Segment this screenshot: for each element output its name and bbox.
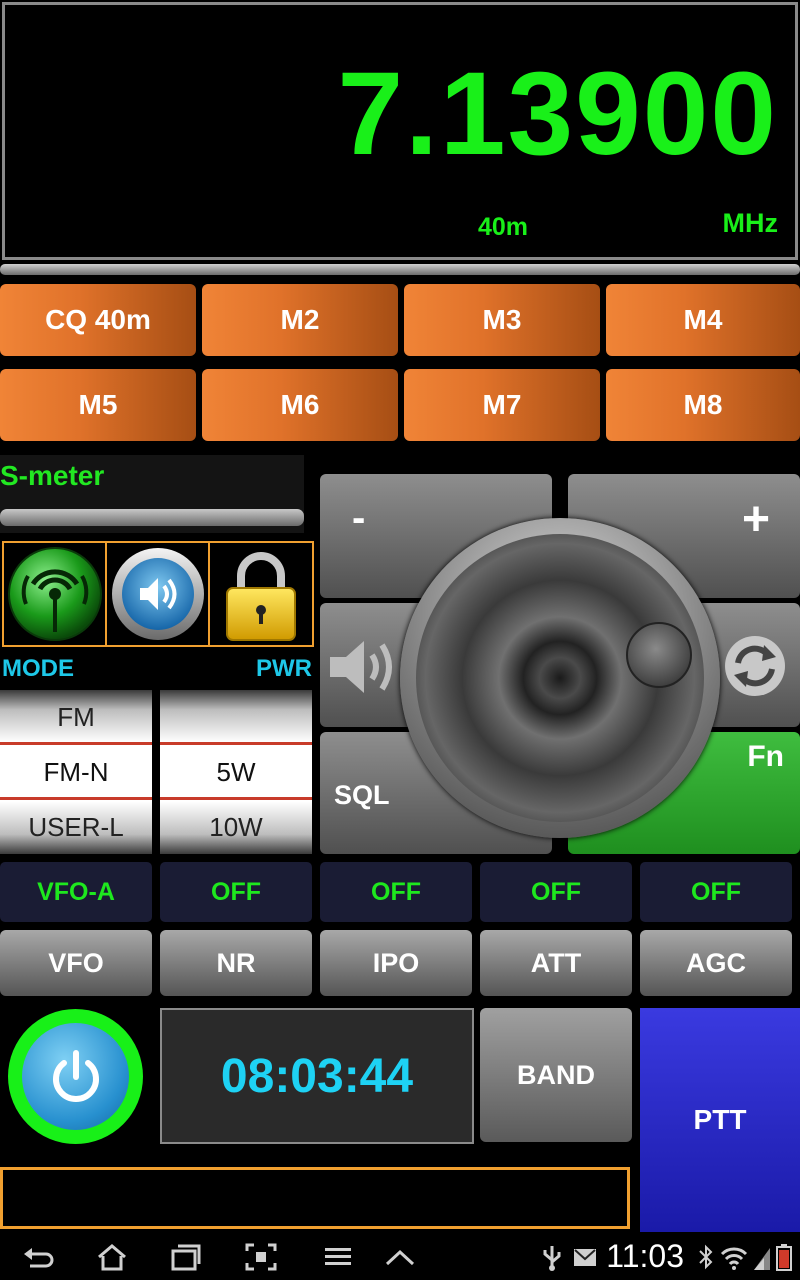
agc-button[interactable]: AGC — [640, 930, 792, 996]
band-label: 40m — [478, 213, 529, 241]
plus-label: + — [741, 493, 770, 546]
home-icon[interactable] — [96, 1242, 128, 1272]
refresh-icon — [725, 636, 785, 696]
lock-toggle[interactable] — [208, 541, 314, 647]
system-clock: 11:03 — [606, 1238, 684, 1274]
fn-label: Fn — [747, 740, 784, 773]
signal-toggle[interactable] — [2, 541, 108, 647]
unit-label: MHz — [722, 208, 779, 238]
power-selector[interactable]: 5W 10W — [160, 690, 312, 854]
recent-apps-icon[interactable] — [170, 1242, 202, 1272]
status-vfo: VFO-A — [0, 862, 152, 922]
message-field[interactable] — [0, 1167, 630, 1229]
mode-option-selected[interactable]: FM-N — [0, 757, 152, 788]
frequency-slider[interactable] — [0, 264, 800, 275]
speaker-icon — [112, 548, 204, 640]
wifi-icon — [720, 1247, 748, 1270]
smeter-label: S-meter — [0, 460, 105, 491]
mail-icon — [574, 1249, 596, 1266]
nr-button[interactable]: NR — [160, 930, 312, 996]
memory-button-3[interactable]: M3 — [404, 284, 600, 356]
menu-icon[interactable] — [322, 1242, 354, 1272]
status-agc: OFF — [640, 862, 792, 922]
memory-button-4[interactable]: M4 — [606, 284, 800, 356]
speaker-toggle[interactable] — [105, 541, 211, 647]
status-nr: OFF — [160, 862, 312, 922]
smeter-bar — [0, 509, 304, 526]
status-att: OFF — [480, 862, 632, 922]
band-button[interactable]: BAND — [480, 1008, 632, 1142]
memory-button-7[interactable]: M7 — [404, 369, 600, 441]
usb-icon — [543, 1246, 561, 1271]
att-button[interactable]: ATT — [480, 930, 632, 996]
power-option[interactable]: 10W — [160, 812, 312, 843]
antenna-signal-icon — [8, 547, 102, 641]
knob-dimple[interactable] — [626, 622, 692, 688]
pwr-label: PWR — [256, 655, 312, 682]
power-option-selected[interactable]: 5W — [160, 757, 312, 788]
vfo-button[interactable]: VFO — [0, 930, 152, 996]
ipo-button[interactable]: IPO — [320, 930, 472, 996]
volume-icon — [330, 641, 392, 693]
memory-button-5[interactable]: M5 — [0, 369, 196, 441]
clock-display: 08:03:44 — [160, 1008, 474, 1144]
minus-label: - — [352, 496, 366, 540]
back-icon[interactable] — [22, 1242, 54, 1272]
memory-button-6[interactable]: M6 — [202, 369, 398, 441]
memory-button-8[interactable]: M8 — [606, 369, 800, 441]
memory-button-2[interactable]: M2 — [202, 284, 398, 356]
memory-button-1[interactable]: CQ 40m — [0, 284, 196, 356]
selection-line — [0, 742, 152, 745]
mode-label: MODE — [2, 655, 74, 682]
frequency-value[interactable]: 7.13900 — [337, 55, 778, 173]
bluetooth-icon — [699, 1244, 713, 1270]
selection-line — [160, 742, 312, 745]
mode-selector[interactable]: FM FM-N USER-L — [0, 690, 152, 854]
power-icon — [52, 1049, 99, 1102]
mode-option[interactable]: FM — [0, 702, 152, 733]
screenshot-icon[interactable] — [245, 1242, 277, 1272]
cell-signal-icon — [754, 1248, 770, 1270]
power-button[interactable] — [22, 1023, 129, 1130]
ptt-button[interactable]: PTT — [640, 1008, 800, 1232]
selection-line — [160, 797, 312, 800]
chevron-up-icon[interactable] — [384, 1242, 416, 1272]
sql-label: SQL — [334, 780, 390, 810]
battery-icon — [776, 1244, 792, 1271]
lock-icon — [226, 552, 296, 641]
status-ipo: OFF — [320, 862, 472, 922]
mode-option[interactable]: USER-L — [0, 812, 152, 843]
selection-line — [0, 797, 152, 800]
